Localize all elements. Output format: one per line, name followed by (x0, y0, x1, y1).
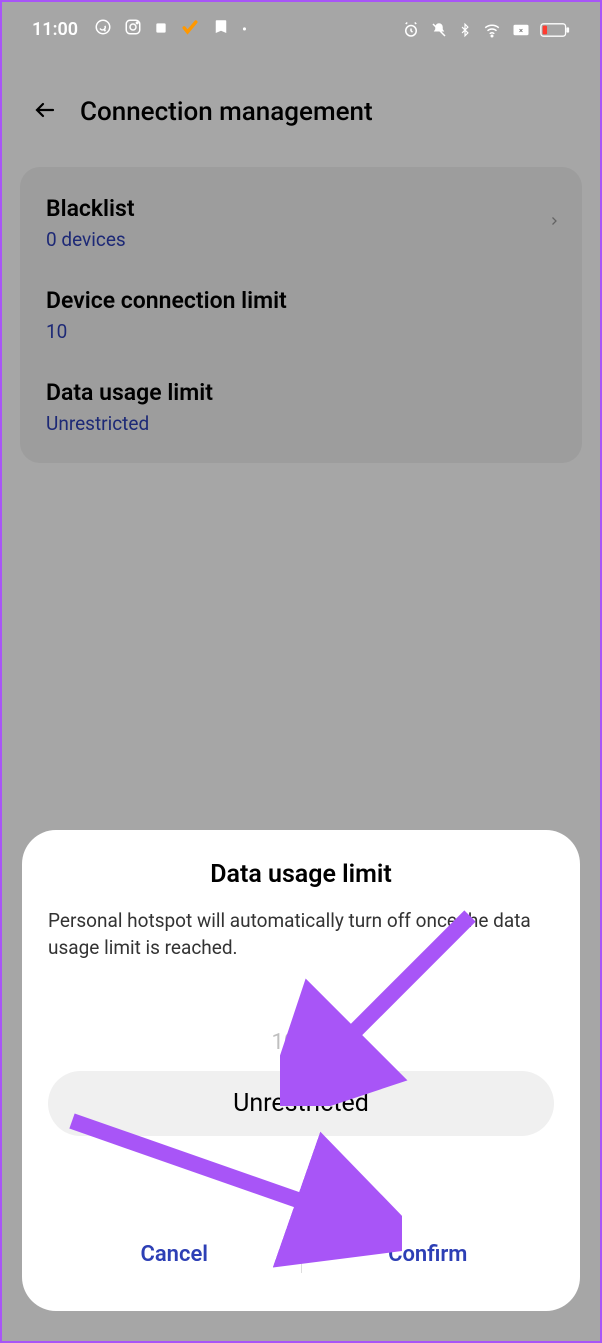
svg-text:×: × (519, 26, 523, 35)
mute-icon (430, 21, 448, 39)
note-icon (212, 18, 230, 41)
app-icon (154, 19, 168, 40)
picker-option-selected[interactable]: Unrestricted (48, 1071, 554, 1136)
picker-option-above[interactable]: 10 GB (48, 1022, 554, 1071)
wifi-icon (482, 21, 502, 39)
alarm-icon (402, 21, 420, 39)
confirm-button[interactable]: Confirm (302, 1226, 555, 1283)
battery-icon (540, 22, 570, 38)
instagram-icon (124, 18, 142, 41)
more-indicator: • (242, 22, 247, 38)
cancel-button[interactable]: Cancel (48, 1226, 301, 1283)
status-time: 11:00 (32, 19, 78, 40)
modal-title: Data usage limit (48, 860, 554, 889)
data-usage-modal: Data usage limit Personal hotspot will a… (22, 830, 580, 1311)
value-picker[interactable]: 10 GB Unrestricted (48, 1022, 554, 1136)
whatsapp-icon (94, 18, 112, 41)
signal-icon: × (512, 23, 530, 37)
check-icon (180, 17, 200, 42)
status-bar: 11:00 • × (2, 2, 600, 57)
bluetooth-icon (458, 21, 472, 39)
modal-description: Personal hotspot will automatically turn… (48, 907, 554, 962)
